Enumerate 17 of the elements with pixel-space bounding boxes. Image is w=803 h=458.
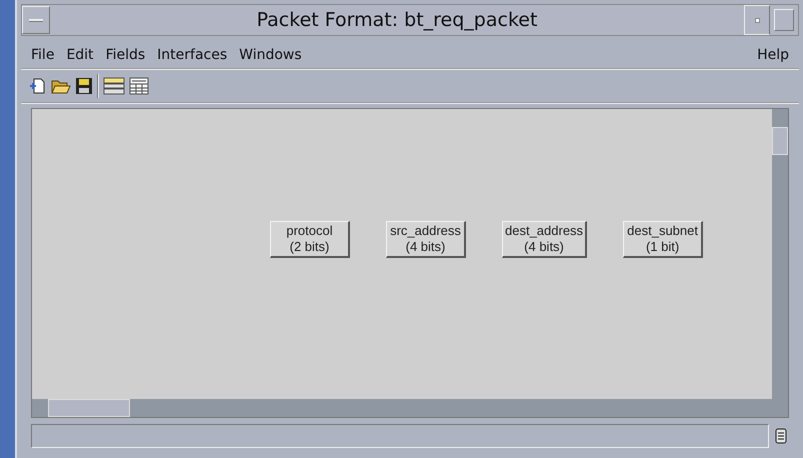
window-menu-button[interactable] [22, 6, 50, 34]
menu-item[interactable]: Help [751, 47, 795, 63]
packet-field[interactable]: dest_address (4 bits) [502, 220, 588, 258]
packet-field[interactable]: dest_subnet (1 bit) [623, 220, 704, 258]
menu-item[interactable]: Edit [60, 47, 100, 63]
packet-field[interactable]: protocol (2 bits) [270, 220, 350, 258]
minimize-button[interactable] [744, 5, 770, 35]
new-document-icon[interactable] [29, 77, 47, 95]
scroll-icon[interactable] [773, 427, 789, 445]
menu-item[interactable]: Fields [100, 47, 152, 63]
field-layout-icon[interactable] [103, 77, 125, 95]
packet-field[interactable]: src_address (4 bits) [386, 220, 466, 258]
menu-item[interactable]: File [25, 47, 60, 63]
menu-item[interactable]: Interfaces [151, 47, 234, 63]
window-title: Packet Format: bt_req_packet [256, 9, 538, 31]
menu-item[interactable]: Windows [233, 47, 308, 63]
table-icon[interactable] [129, 77, 149, 95]
